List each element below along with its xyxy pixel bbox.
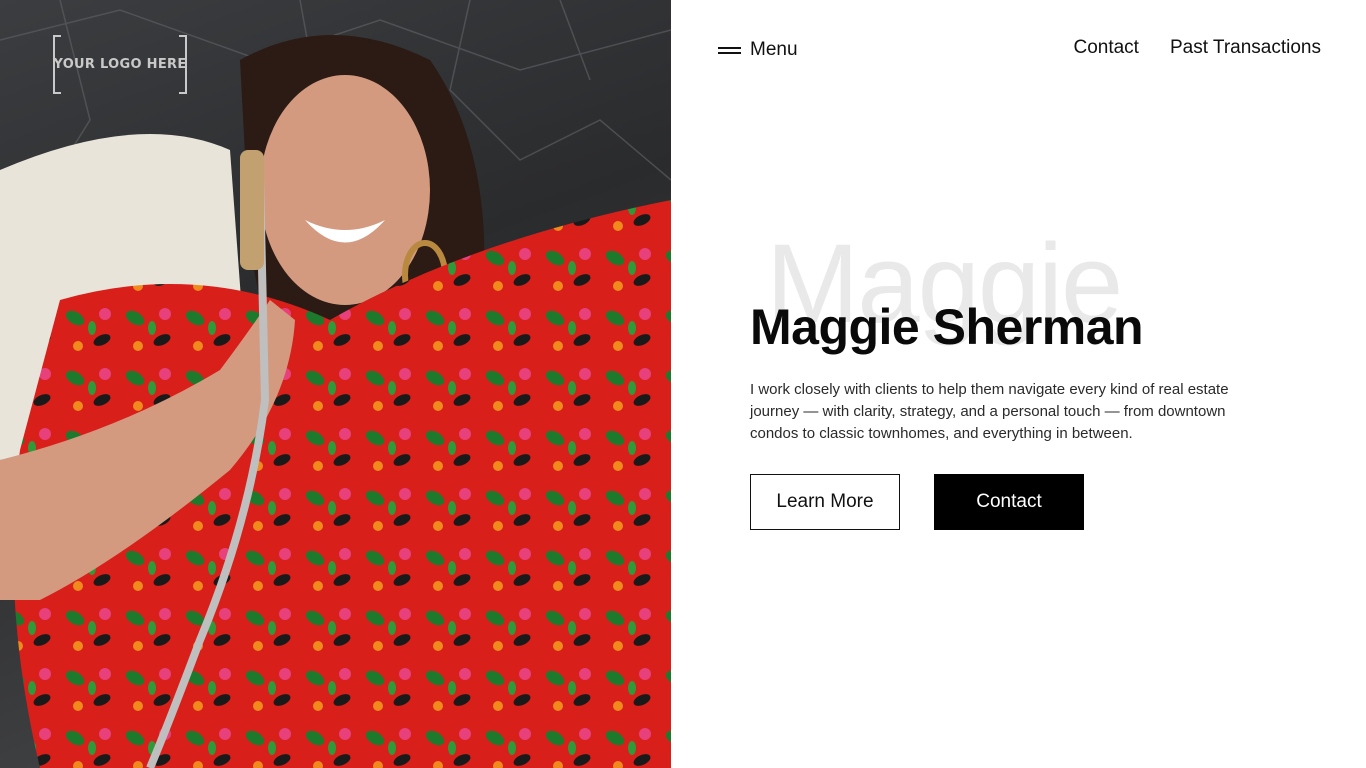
menu-button[interactable]: Menu bbox=[718, 38, 798, 62]
top-navigation: Contact Past Transactions bbox=[1073, 37, 1321, 59]
logo-text: YOUR LOGO HERE bbox=[53, 57, 187, 72]
hamburger-icon bbox=[718, 46, 741, 54]
learn-more-button[interactable]: Learn More bbox=[750, 474, 900, 530]
brand-logo[interactable]: YOUR LOGO HERE bbox=[53, 35, 187, 94]
logo-bracket-right bbox=[179, 35, 187, 94]
agent-description: I work closely with clients to help them… bbox=[750, 381, 1229, 442]
nav-link-past-transactions[interactable]: Past Transactions bbox=[1170, 37, 1321, 59]
portrait-illustration bbox=[0, 0, 671, 768]
menu-label: Menu bbox=[750, 39, 798, 60]
agent-name-heading: Maggie Sherman bbox=[750, 299, 1144, 355]
contact-button[interactable]: Contact bbox=[934, 474, 1084, 530]
logo-bracket-left bbox=[53, 35, 61, 94]
agent-portrait-photo: YOUR LOGO HERE bbox=[0, 0, 671, 768]
nav-link-contact[interactable]: Contact bbox=[1073, 37, 1138, 59]
